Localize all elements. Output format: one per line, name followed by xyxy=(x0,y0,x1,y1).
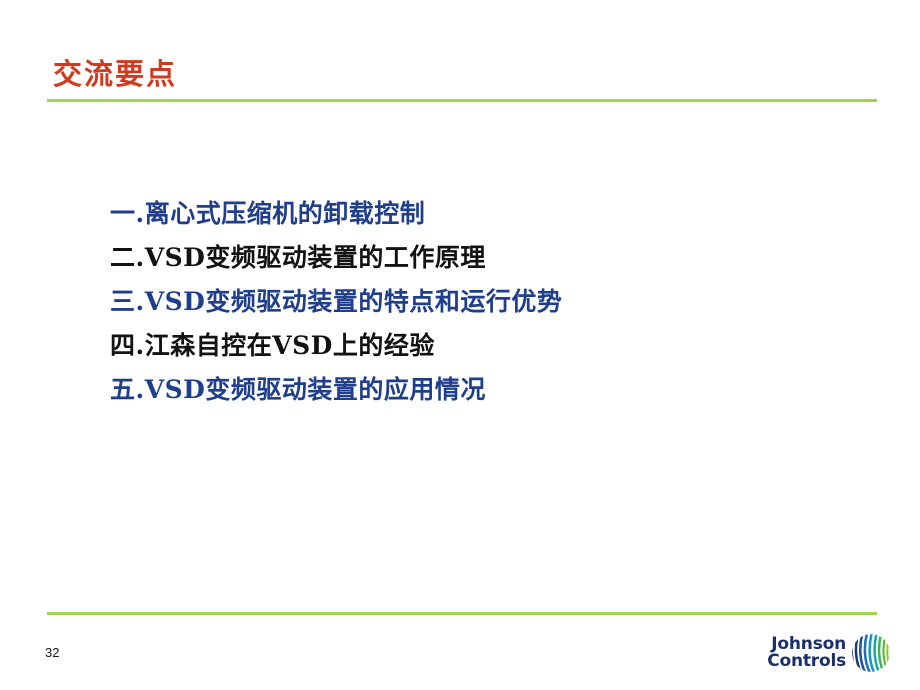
list-item: 三.VSD变频驱动装置的特点和运行优势 xyxy=(110,287,563,316)
title-divider xyxy=(47,99,877,102)
logo-word-controls: Controls xyxy=(767,651,846,671)
page-title: 交流要点 xyxy=(53,57,178,91)
list-item: 五.VSD变频驱动装置的应用情况 xyxy=(110,375,486,404)
slide-canvas: 交流要点 一.离心式压缩机的卸载控制 二.VSD变频驱动装置的工作原理 三.VS… xyxy=(0,0,920,690)
agenda-list: 一.离心式压缩机的卸载控制 二.VSD变频驱动装置的工作原理 三.VSD变频驱动… xyxy=(110,192,870,412)
footer-divider xyxy=(47,612,877,615)
list-item: 一.离心式压缩机的卸载控制 xyxy=(110,199,426,228)
johnson-controls-logo: Johnson Controls xyxy=(752,628,892,678)
page-number: 32 xyxy=(45,645,60,660)
johnson-controls-globe-icon xyxy=(852,634,890,672)
list-item: 四.江森自控在VSD上的经验 xyxy=(110,331,435,360)
list-item: 二.VSD变频驱动装置的工作原理 xyxy=(110,243,486,272)
logo-wordmark: Johnson Controls xyxy=(767,635,846,671)
